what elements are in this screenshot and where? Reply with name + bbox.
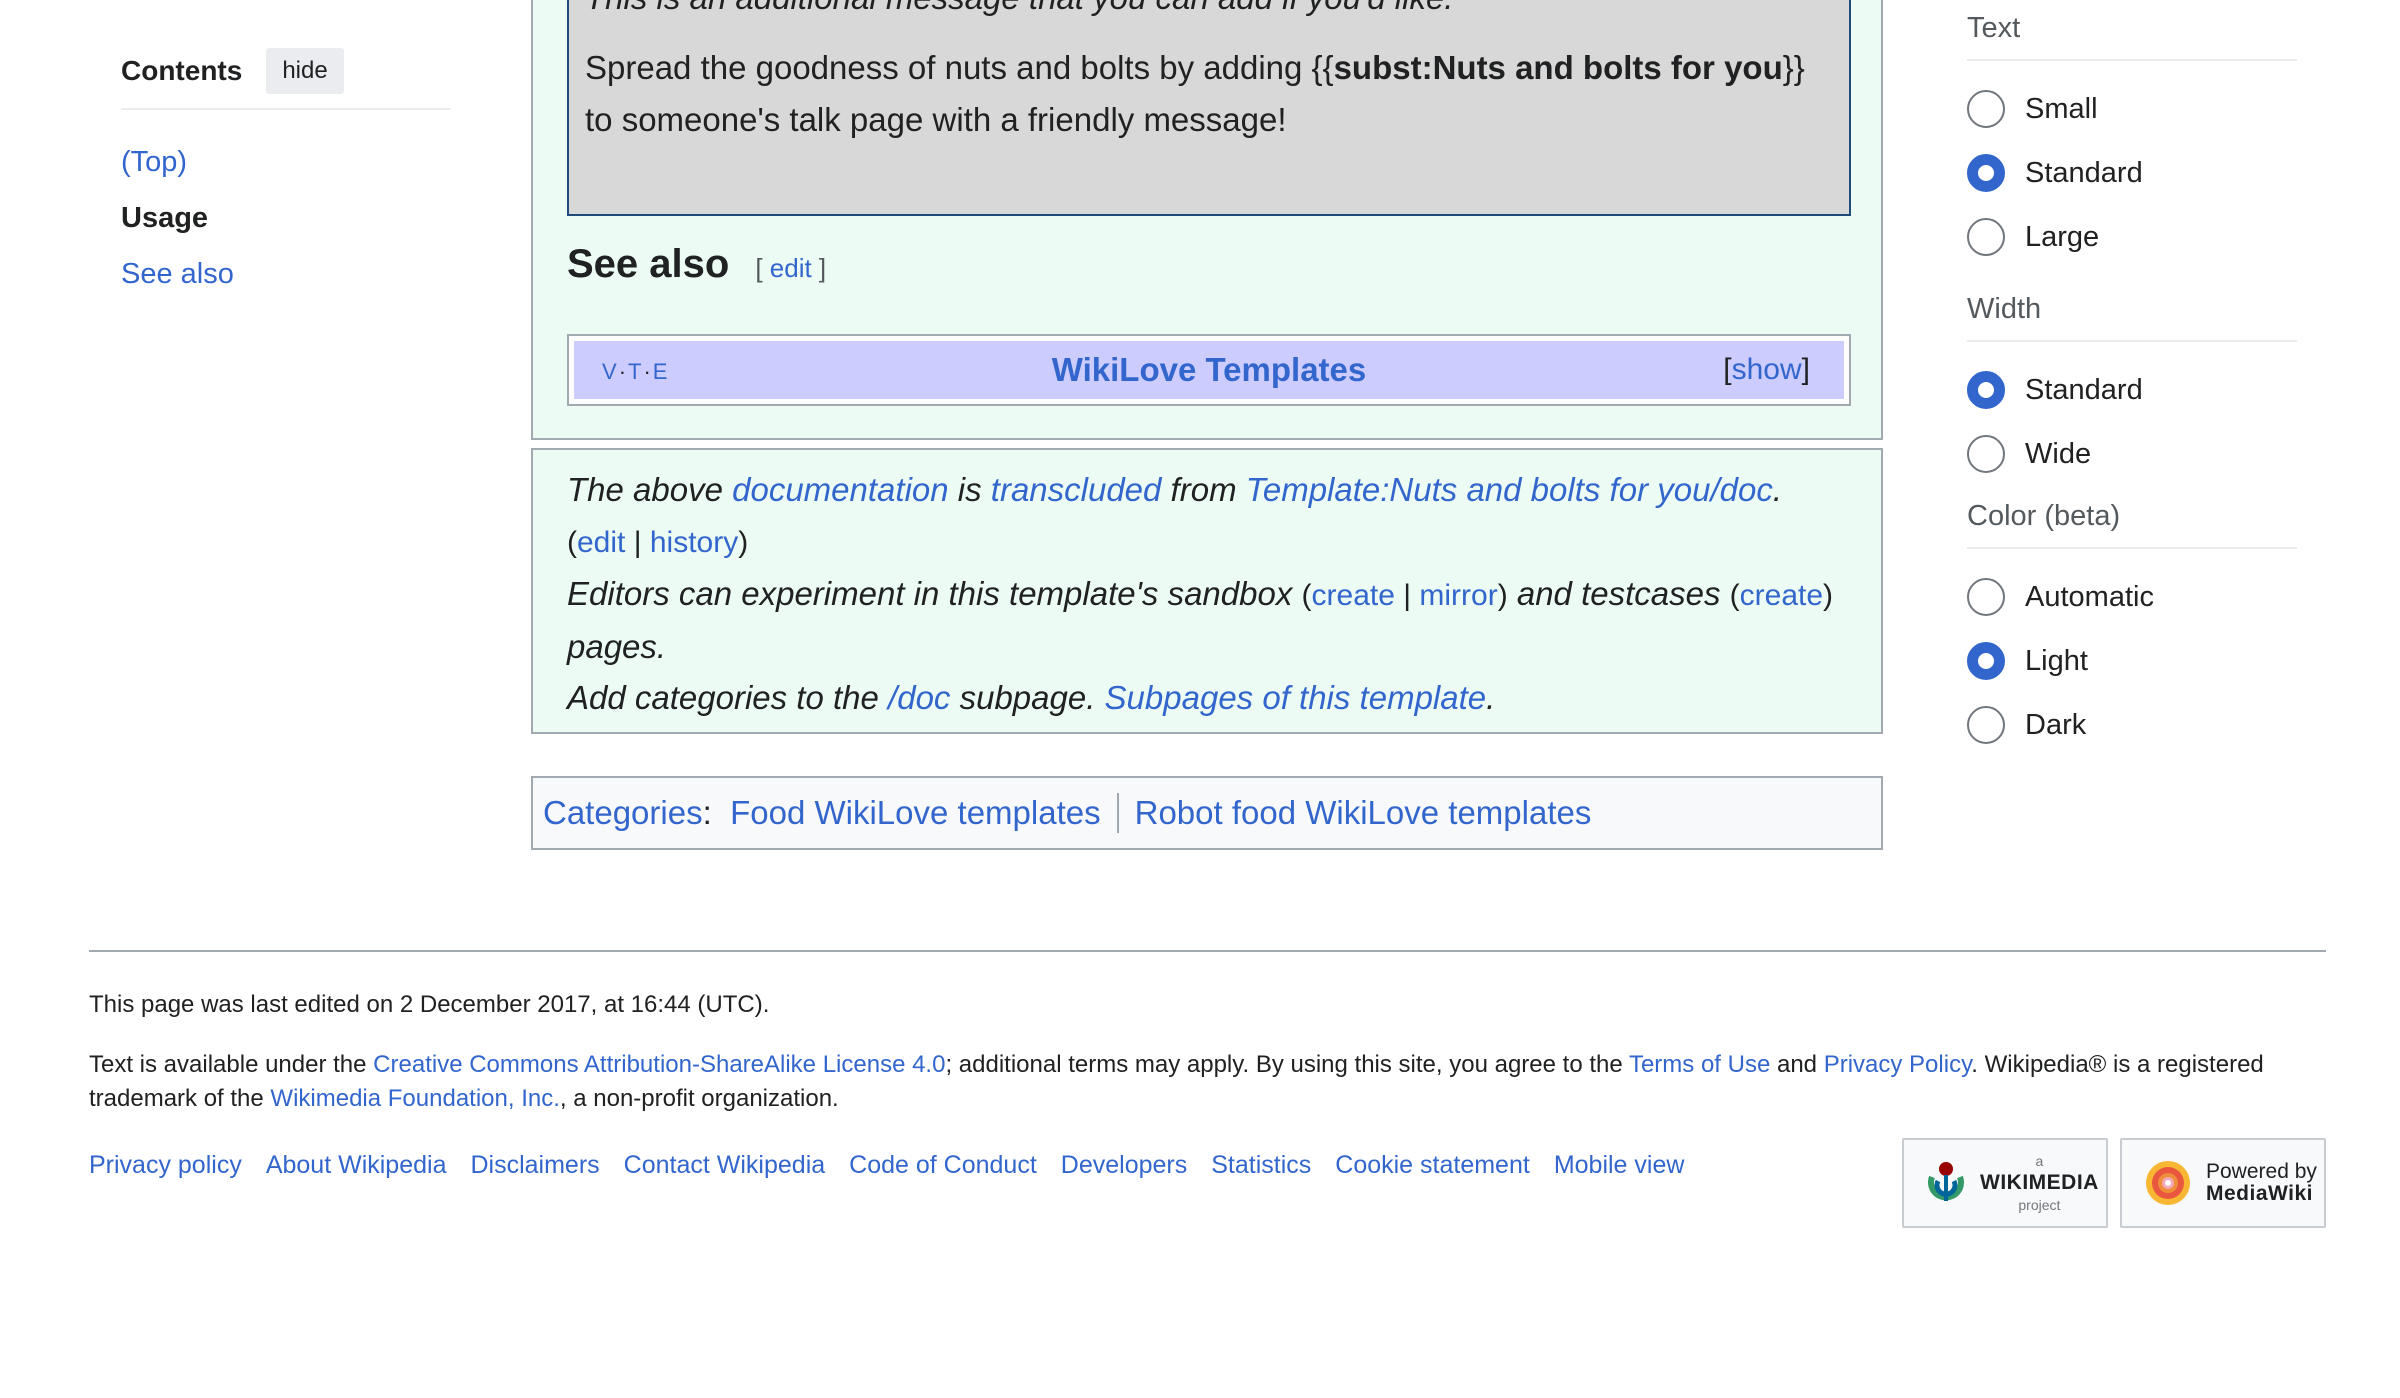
subst-code: subst:Nuts and bolts for you: [1333, 49, 1783, 86]
doc-history-link[interactable]: history: [650, 526, 738, 559]
category-food-wikilove[interactable]: Food WikiLove templates: [730, 794, 1101, 832]
template-doc-link[interactable]: Template:Nuts and bolts for you/doc: [1246, 471, 1773, 508]
doc-footer-line-1: The above documentation is transcluded f…: [567, 471, 1782, 559]
see-also-section: See also [ edit ]: [567, 242, 826, 287]
footer-link-disclaimers[interactable]: Disclaimers: [470, 1148, 599, 1182]
doc-footer-line-3: Add categories to the /doc subpage. Subp…: [567, 679, 1496, 716]
doc-footer-line-2: Editors can experiment in this template'…: [567, 575, 1834, 665]
text-standard-radio[interactable]: [1967, 154, 2005, 192]
toc-hide-button[interactable]: hide: [266, 48, 344, 94]
color-light-option[interactable]: Light: [1967, 629, 2297, 693]
color-dark-option[interactable]: Dark: [1967, 693, 2297, 757]
documentation-box: This is an additional message that you c…: [531, 0, 1883, 440]
license-info: Text is available under the Creative Com…: [89, 1051, 2264, 1112]
footer-link-mobile-view[interactable]: Mobile view: [1554, 1148, 1685, 1182]
transcluded-link[interactable]: transcluded: [991, 471, 1162, 508]
width-wide-option[interactable]: Wide: [1967, 422, 2297, 486]
doc-subpage-link[interactable]: /doc: [888, 679, 950, 716]
color-dark-radio[interactable]: [1967, 706, 2005, 744]
toc-item-usage[interactable]: Usage: [121, 190, 451, 246]
toc-item-top[interactable]: (Top): [121, 146, 187, 178]
width-group: Width Standard Wide: [1967, 293, 2297, 500]
footer-link-about[interactable]: About Wikipedia: [266, 1148, 447, 1182]
appearance-panel: Text Small Standard Large Width Standard…: [1967, 0, 2297, 771]
footer-link-developers[interactable]: Developers: [1061, 1148, 1187, 1182]
table-of-contents: Contents hide (Top) Usage See also: [121, 48, 451, 302]
navbox: V·T·E WikiLove Templates [show]: [567, 334, 1851, 406]
width-group-title: Width: [1967, 293, 2297, 342]
mediawiki-logo-icon: [2146, 1161, 2190, 1205]
toc-header: Contents hide: [121, 48, 451, 110]
subpages-link[interactable]: Subpages of this template: [1105, 679, 1487, 716]
terms-of-use-link[interactable]: Terms of Use: [1629, 1051, 1770, 1078]
wikimedia-badge-text: a WIKIMEDIA project: [1980, 1153, 2099, 1213]
text-size-group: Text Small Standard Large: [1967, 12, 2297, 283]
footer-badges: a WIKIMEDIA project Powered by MediaWiki: [1902, 1138, 2326, 1228]
toc-title: Contents: [121, 55, 243, 86]
color-automatic-radio[interactable]: [1967, 578, 2005, 616]
wikimedia-project-badge[interactable]: a WIKIMEDIA project: [1902, 1138, 2108, 1228]
testcases-create-link[interactable]: create: [1740, 579, 1823, 612]
category-separator: [1116, 793, 1119, 833]
color-automatic-option[interactable]: Automatic: [1967, 565, 2297, 629]
footer-link-contact[interactable]: Contact Wikipedia: [624, 1148, 825, 1182]
mediawiki-badge-text: Powered by MediaWiki: [2206, 1160, 2317, 1205]
categories-label-link[interactable]: Categories: [543, 794, 703, 832]
color-light-radio[interactable]: [1967, 642, 2005, 680]
section-edit: [ edit ]: [755, 253, 827, 283]
doc-edit-link[interactable]: edit: [577, 526, 625, 559]
additional-message: This is an additional message that you c…: [585, 0, 1833, 24]
navbox-show-toggle: [show]: [1723, 353, 1810, 386]
width-standard-option[interactable]: Standard: [1967, 358, 2297, 422]
text-small-option[interactable]: Small: [1967, 77, 2297, 141]
text-standard-option[interactable]: Standard: [1967, 141, 2297, 205]
text-large-radio[interactable]: [1967, 218, 2005, 256]
page-footer: This page was last edited on 2 December …: [89, 950, 2326, 1228]
navbox-title-bar: V·T·E WikiLove Templates [show]: [574, 341, 1844, 399]
footer-link-privacy-policy[interactable]: Privacy policy: [89, 1148, 242, 1182]
color-group-title: Color (beta): [1967, 500, 2297, 549]
toc-list: (Top) Usage See also: [121, 134, 451, 302]
width-wide-radio[interactable]: [1967, 435, 2005, 473]
category-links: Categories: Food WikiLove templates Robo…: [531, 776, 1883, 850]
width-standard-radio[interactable]: [1967, 371, 2005, 409]
spread-message: Spread the goodness of nuts and bolts by…: [585, 49, 1805, 138]
see-also-edit-link[interactable]: edit: [770, 253, 812, 283]
footer-link-code-of-conduct[interactable]: Code of Conduct: [849, 1148, 1037, 1182]
category-robot-food-wikilove[interactable]: Robot food WikiLove templates: [1135, 794, 1592, 832]
privacy-policy-inline-link[interactable]: Privacy Policy: [1824, 1051, 1972, 1078]
message-preview-box: This is an additional message that you c…: [567, 0, 1851, 216]
color-group: Color (beta) Automatic Light Dark: [1967, 500, 2297, 771]
documentation-link[interactable]: documentation: [732, 471, 948, 508]
see-also-heading: See also: [567, 242, 730, 286]
navbox-show-link[interactable]: show: [1732, 353, 1802, 386]
text-small-radio[interactable]: [1967, 90, 2005, 128]
documentation-footer: The above documentation is transcluded f…: [531, 448, 1883, 734]
footer-link-statistics[interactable]: Statistics: [1211, 1148, 1311, 1182]
wikimedia-foundation-link[interactable]: Wikimedia Foundation, Inc.: [270, 1085, 559, 1112]
wikimedia-logo-icon: [1928, 1162, 1964, 1201]
last-edited-info: This page was last edited on 2 December …: [89, 991, 770, 1018]
cc-license-link[interactable]: Creative Commons Attribution-ShareAlike …: [373, 1051, 945, 1078]
footer-link-cookie-statement[interactable]: Cookie statement: [1335, 1148, 1530, 1182]
sandbox-create-link[interactable]: create: [1312, 579, 1395, 612]
sandbox-mirror-link[interactable]: mirror: [1419, 579, 1497, 612]
navbox-title[interactable]: WikiLove Templates: [574, 351, 1844, 389]
text-group-title: Text: [1967, 12, 2297, 61]
toc-item-see-also[interactable]: See also: [121, 258, 234, 290]
powered-by-mediawiki-badge[interactable]: Powered by MediaWiki: [2120, 1138, 2326, 1228]
text-large-option[interactable]: Large: [1967, 205, 2297, 269]
